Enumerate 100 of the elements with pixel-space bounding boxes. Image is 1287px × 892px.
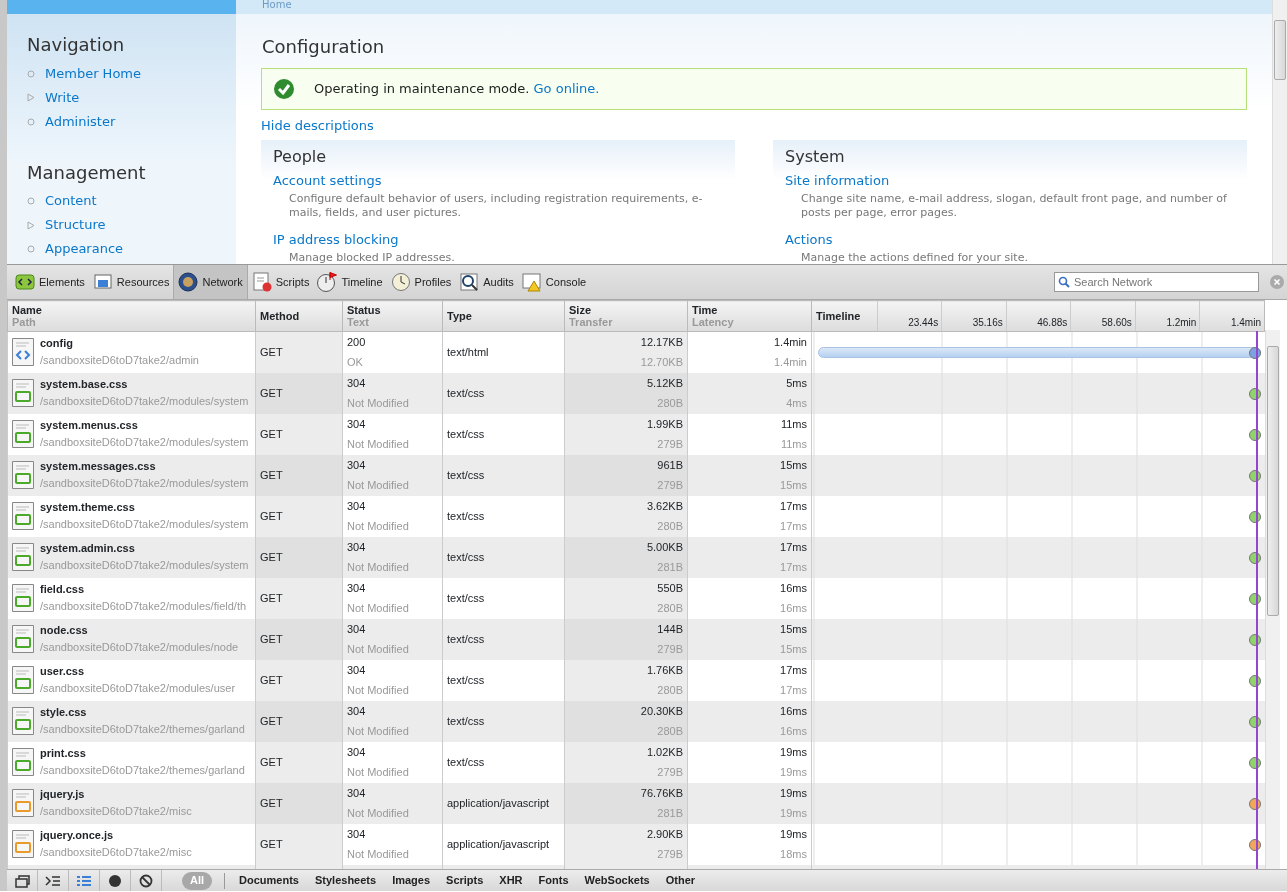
- filter-tab[interactable]: Stylesheets: [306, 871, 385, 890]
- status-code: 304: [347, 663, 367, 678]
- sidebar-link[interactable]: Write: [45, 87, 80, 108]
- resource-name[interactable]: jquery.js: [40, 786, 192, 802]
- resource-name[interactable]: system.messages.css: [40, 458, 249, 474]
- sidebar-link[interactable]: Structure: [45, 215, 106, 235]
- column-header[interactable]: Method: [255, 300, 343, 332]
- resource-path: /sandboxsiteD6toD7take2/modules/system: [40, 435, 249, 450]
- list-icon: [76, 873, 92, 888]
- size-value: 1.76KB: [645, 663, 683, 678]
- resource-path: /sandboxsiteD6toD7take2/modules/system: [40, 517, 249, 532]
- panel-tab[interactable]: Resources: [88, 265, 174, 299]
- panel-tab[interactable]: Timeline: [313, 265, 387, 299]
- column-header[interactable]: Size Transfer: [564, 300, 688, 332]
- column-header[interactable]: Status Text: [342, 300, 443, 332]
- transfer-value: 281B: [656, 806, 683, 821]
- table-scrollbar[interactable]: [1265, 330, 1280, 869]
- status-code: 304: [347, 704, 367, 719]
- type-cell: text/css: [442, 536, 565, 578]
- transfer-value: 279B: [656, 847, 683, 862]
- filter-tab[interactable]: Scripts: [438, 871, 492, 890]
- resource-name[interactable]: system.admin.css: [40, 540, 249, 556]
- resource-name[interactable]: config: [40, 335, 199, 352]
- clock-icon: [390, 272, 411, 292]
- time-value: 17ms: [779, 540, 807, 555]
- column-header[interactable]: Timeline: [816, 310, 861, 322]
- resource-name[interactable]: style.css: [40, 704, 245, 720]
- panel-link[interactable]: Site information: [785, 172, 890, 188]
- resource-name[interactable]: system.menus.css: [40, 417, 249, 433]
- timeline-tick-label: 58.60s: [1101, 317, 1132, 329]
- sidebar-link[interactable]: Member Home: [45, 63, 141, 84]
- filter-tab[interactable]: WebSockets: [576, 871, 658, 890]
- status-text: Not Modified: [347, 765, 410, 780]
- column-header[interactable]: Time Latency: [687, 300, 812, 332]
- sidebar-link[interactable]: Administer: [45, 111, 116, 132]
- type-cell: text/css: [442, 618, 565, 660]
- filter-tab[interactable]: Other: [657, 871, 704, 890]
- go-online-link[interactable]: Go online.: [533, 80, 600, 96]
- sidebar-link[interactable]: Content: [45, 191, 97, 211]
- type-cell: application/javascript: [442, 823, 565, 865]
- size-value: 1.99KB: [645, 417, 683, 432]
- panel-tab[interactable]: Scripts: [247, 265, 314, 299]
- filter-tab[interactable]: Images: [384, 871, 439, 890]
- size-value: 961B: [656, 458, 683, 473]
- resource-name[interactable]: print.css: [40, 745, 245, 761]
- page-scrollbar[interactable]: [1272, 0, 1287, 264]
- panel-link[interactable]: Account settings: [273, 172, 382, 188]
- resource-name[interactable]: node.css: [40, 622, 239, 638]
- status-code: 304: [347, 581, 367, 596]
- page-title: Configuration: [261, 35, 386, 59]
- filter-tab[interactable]: Fonts: [530, 871, 577, 890]
- size-value: 76.76KB: [639, 786, 683, 801]
- time-value: 19ms: [779, 786, 807, 801]
- type-cell: text/css: [442, 495, 565, 537]
- latency-value: 17ms: [779, 560, 807, 575]
- timeline-tick-label: 35.16s: [972, 317, 1003, 329]
- panel-tab[interactable]: Elements: [11, 265, 89, 299]
- resource-name[interactable]: field.css: [40, 581, 247, 597]
- resource-name[interactable]: system.base.css: [40, 376, 249, 392]
- sidebar-heading: Management: [27, 161, 147, 184]
- panel-link[interactable]: IP address blocking: [273, 231, 399, 247]
- resource-name[interactable]: jquery.once.js: [40, 827, 192, 843]
- resource-name[interactable]: system.theme.css: [40, 499, 249, 515]
- time-value: 17ms: [779, 663, 807, 678]
- type-cell: text/html: [442, 331, 565, 373]
- panel-heading: System: [785, 146, 846, 167]
- clear-icon: [138, 873, 154, 888]
- search-field[interactable]: Search Network: [1054, 272, 1259, 292]
- latency-value: 19ms: [779, 806, 807, 821]
- status-code: 200: [347, 335, 367, 351]
- resource-name[interactable]: user.css: [40, 663, 236, 679]
- filter-tab[interactable]: XHR: [491, 871, 531, 890]
- panel-link[interactable]: Actions: [785, 231, 833, 247]
- status-text: Not Modified: [347, 847, 410, 862]
- resource-path: /sandboxsiteD6toD7take2/modules/system: [40, 394, 249, 409]
- panel-tab[interactable]: Network: [173, 265, 248, 299]
- resource-path: /sandboxsiteD6toD7take2/admin: [40, 353, 199, 369]
- window-icon: [92, 272, 113, 292]
- panel-tab[interactable]: Profiles: [386, 265, 456, 299]
- sidebar-link[interactable]: Appearance: [45, 239, 124, 259]
- method-cell: GET: [255, 700, 343, 742]
- column-header[interactable]: Type: [442, 300, 565, 332]
- latency-value: 16ms: [779, 724, 807, 739]
- size-value: 1.02KB: [645, 745, 683, 760]
- resource-path: /sandboxsiteD6toD7take2/misc: [40, 845, 192, 860]
- method-cell: GET: [255, 454, 343, 496]
- timeline-tick-label: 46.88s: [1037, 317, 1068, 329]
- timeline-tick-label: 1.4min: [1230, 317, 1261, 329]
- panel-tab[interactable]: Audits: [455, 265, 518, 299]
- status-code: 304: [347, 458, 367, 473]
- latency-value: 15ms: [779, 642, 807, 657]
- panel-tab[interactable]: Console: [517, 265, 591, 299]
- column-header[interactable]: Name Path: [7, 300, 256, 332]
- status-text: Not Modified: [347, 560, 410, 575]
- filter-tab[interactable]: Documents: [231, 871, 307, 890]
- hide-descriptions-link[interactable]: Hide descriptions: [261, 115, 374, 136]
- document-icon: [251, 272, 272, 292]
- globe-icon: [178, 272, 199, 292]
- sidebar-heading: Navigation: [27, 34, 126, 56]
- size-value: 3.62KB: [645, 499, 683, 514]
